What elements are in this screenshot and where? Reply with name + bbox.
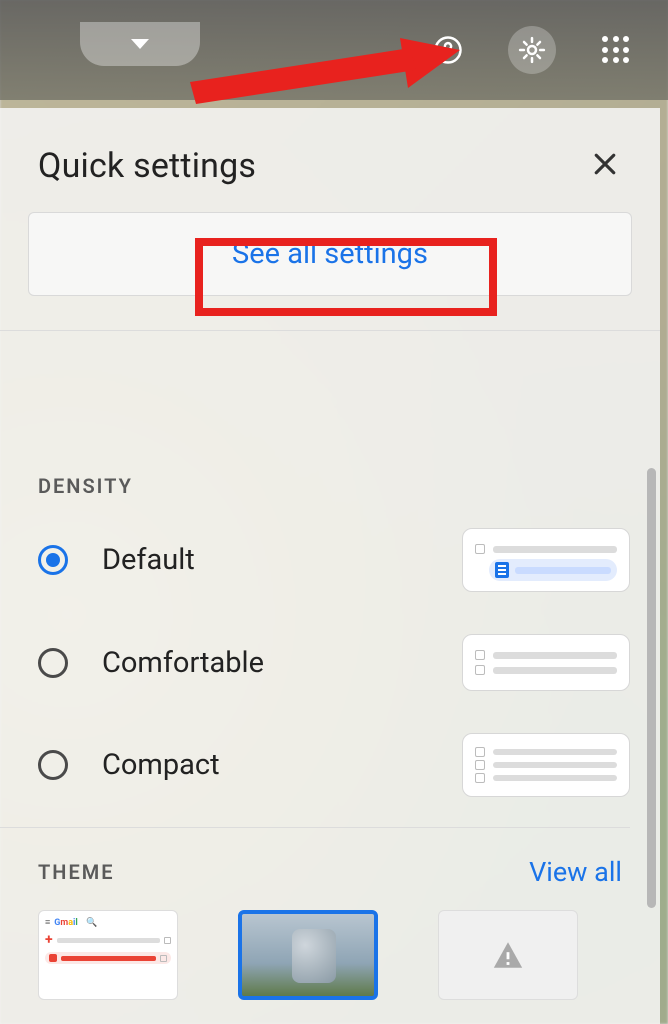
density-option-default[interactable]: Default — [38, 528, 630, 592]
see-all-settings-button[interactable]: See all settings — [28, 212, 632, 296]
settings-scroll-area: DENSITY Default Comfortable Compact — [0, 444, 660, 1024]
theme-section-label: THEME — [38, 860, 115, 884]
theme-section: THEME View all ≡ Gmail 🔍 + — [38, 856, 630, 1000]
density-option-comfortable[interactable]: Comfortable — [38, 634, 630, 691]
density-label: Comfortable — [102, 646, 462, 680]
radio-icon — [38, 750, 68, 780]
density-preview-comfortable — [462, 634, 630, 691]
theme-thumb-gmail[interactable]: ≡ Gmail 🔍 + — [38, 910, 178, 1000]
theme-view-all-link[interactable]: View all — [529, 856, 622, 888]
density-preview-default — [462, 528, 630, 592]
density-option-compact[interactable]: Compact — [38, 733, 630, 797]
google-apps-button[interactable] — [592, 26, 640, 74]
help-button[interactable] — [424, 26, 472, 74]
radio-icon — [38, 648, 68, 678]
scrollbar-thumb[interactable] — [647, 468, 656, 908]
warning-icon — [491, 938, 525, 972]
apps-grid-icon — [602, 36, 630, 64]
see-all-settings-wrap: See all settings — [0, 212, 660, 330]
panel-header: Quick settings — [0, 136, 660, 212]
theme-thumbnails: ≡ Gmail 🔍 + — [38, 910, 630, 1000]
density-section-label: DENSITY — [38, 474, 630, 498]
density-label: Compact — [102, 748, 462, 782]
close-icon — [590, 149, 620, 179]
radio-selected-icon — [38, 545, 68, 575]
divider — [0, 827, 630, 828]
quick-settings-panel: Quick settings See all settings DENSITY … — [0, 108, 660, 1024]
close-button[interactable] — [590, 149, 620, 183]
help-icon — [433, 35, 463, 65]
density-preview-compact — [462, 733, 630, 797]
caret-down-icon — [131, 39, 149, 49]
panel-title: Quick settings — [38, 146, 256, 186]
settings-gear-button[interactable] — [508, 26, 556, 74]
theme-thumb-blank[interactable] — [438, 910, 578, 1000]
density-label: Default — [102, 543, 462, 577]
top-toolbar — [0, 0, 668, 100]
divider — [0, 330, 660, 331]
gear-icon — [517, 35, 547, 65]
theme-thumb-photo-selected[interactable] — [238, 910, 378, 1000]
search-collapse-pill[interactable] — [80, 22, 200, 66]
